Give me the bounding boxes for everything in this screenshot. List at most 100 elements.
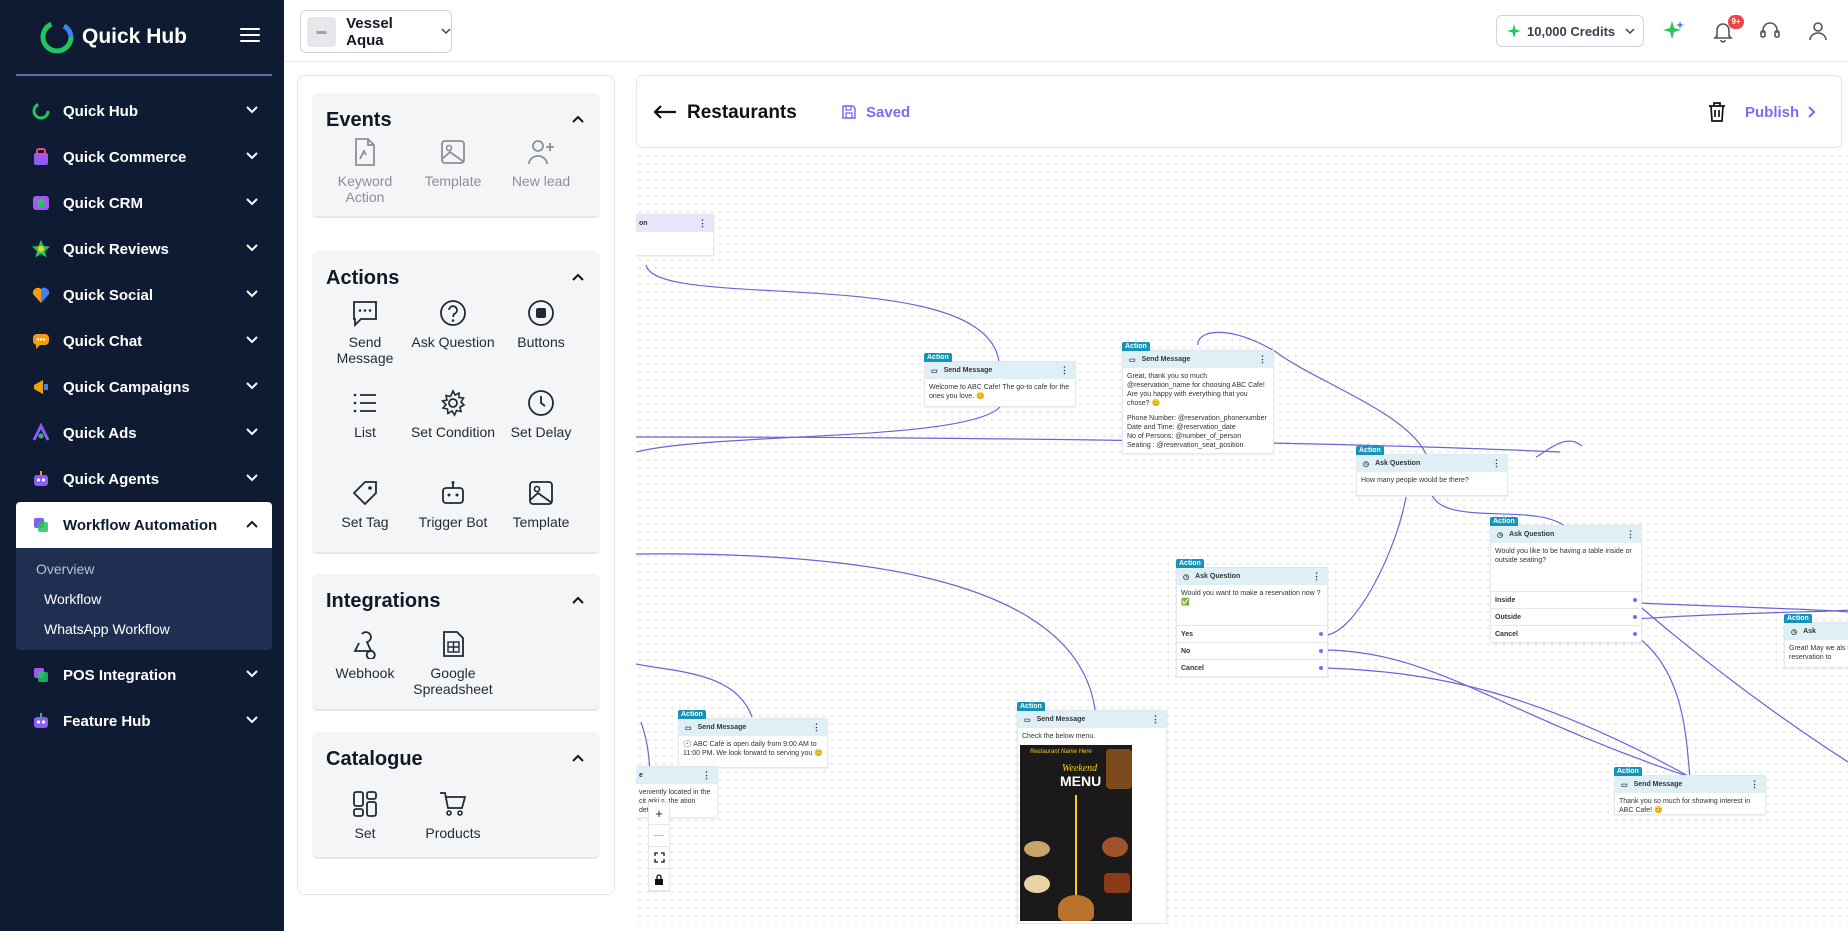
option-label: Outside [1495, 613, 1522, 621]
more-options-icon[interactable]: ⋮ [702, 770, 711, 781]
tile-set-condition[interactable]: Set Condition [408, 388, 498, 440]
option-row[interactable]: Cancel [1491, 625, 1641, 642]
more-options-icon[interactable]: ⋮ [1312, 571, 1321, 582]
stop-circle-icon [528, 300, 554, 326]
option-row[interactable]: Outside [1491, 608, 1641, 625]
sidebar-item-quick-reviews[interactable]: Quick Reviews [16, 226, 272, 272]
connector-dot[interactable] [1633, 615, 1637, 619]
node-header: ▭ Send Message ⋮ [1615, 776, 1765, 793]
workflow-node-send-message-image[interactable]: Action ▭ Send Message ⋮ Check the below me… [1017, 702, 1167, 924]
option-row[interactable]: No [1177, 642, 1327, 659]
back-arrow-icon[interactable] [653, 104, 677, 120]
workflow-node-partial[interactable]: on ⋮ [636, 214, 714, 256]
tile-set-delay[interactable]: Set Delay [496, 388, 586, 440]
tile-template-action[interactable]: Template [496, 478, 586, 530]
more-options-icon[interactable]: ⋮ [1492, 458, 1501, 469]
tile-send-message[interactable]: Send Message [320, 298, 410, 366]
zoom-in-button[interactable]: + [649, 803, 669, 825]
tile-webhook[interactable]: Webhook [320, 629, 410, 681]
connector-dot[interactable] [1319, 666, 1323, 670]
tile-keyword-action[interactable]: Keyword Action [320, 137, 410, 205]
chevron-up-icon[interactable] [572, 754, 584, 762]
business-selector[interactable]: ▬ Vessel Aqua [300, 10, 452, 53]
sidebar-item-label: Quick CRM [63, 194, 144, 212]
submenu-item-workflow[interactable]: Workflow [16, 584, 272, 614]
lock-icon[interactable] [649, 869, 669, 891]
zoom-out-button[interactable]: — [649, 825, 669, 847]
more-options-icon[interactable]: ⋮ [1258, 354, 1267, 365]
more-options-icon[interactable]: ⋮ [1626, 529, 1635, 540]
connector-dot[interactable] [1319, 649, 1323, 653]
sidebar-item-feature-hub[interactable]: Feature Hub [16, 698, 272, 744]
submenu-item-overview[interactable]: Overview [16, 554, 272, 584]
credits-dropdown[interactable]: 10,000 Credits [1496, 15, 1644, 47]
chevron-up-icon[interactable] [572, 596, 584, 604]
tile-buttons[interactable]: Buttons [496, 298, 586, 350]
workflow-node-ask-question[interactable]: Action ◷ Ask Question ⋮ Would you like to … [1490, 517, 1642, 643]
workflow-node-send-message[interactable]: Action ▭ Send Message ⋮ Welcome to ABC Caf… [924, 353, 1076, 407]
sidebar-item-quick-crm[interactable]: Quick CRM [16, 180, 272, 226]
connector-dot[interactable] [1633, 632, 1637, 636]
delete-trash-icon[interactable] [1708, 102, 1726, 122]
workflow-node-send-message[interactable]: Action ▭ Send Message ⋮ Great, thank you s… [1122, 342, 1274, 454]
tile-products[interactable]: Products [408, 789, 498, 841]
tile-template-event[interactable]: Template [408, 137, 498, 189]
more-options-icon[interactable]: ⋮ [1750, 779, 1759, 790]
fit-view-icon[interactable] [649, 847, 669, 869]
more-options-icon[interactable]: ⋮ [1060, 365, 1069, 376]
tile-list[interactable]: List [320, 388, 410, 440]
workflow-topbar: Restaurants Saved Publish [636, 75, 1842, 148]
tile-label: Ask Question [411, 334, 495, 350]
publish-button[interactable]: Publish [1745, 99, 1817, 125]
user-profile-icon[interactable] [1806, 19, 1830, 43]
sidebar-item-label: Quick Reviews [63, 240, 169, 258]
sidebar-item-quick-commerce[interactable]: Quick Commerce [16, 134, 272, 180]
sidebar-item-quick-agents[interactable]: Quick Agents [16, 456, 272, 502]
menu-food-image [1102, 837, 1128, 857]
workflow-node-ask-question[interactable]: Action ◷ Ask Question ⋮ Would you want to … [1176, 559, 1328, 677]
chevron-down-icon [441, 28, 451, 35]
tile-new-lead[interactable]: New lead [496, 137, 586, 189]
tile-google-spreadsheet[interactable]: Google Spreadsheet [408, 629, 498, 697]
tile-label: Keyword Action [337, 173, 393, 205]
support-headset-icon[interactable] [1758, 19, 1782, 43]
detail-line: Phone Number: @reservation_phonenumber [1127, 415, 1267, 422]
ai-sparkle-icon[interactable] [1662, 19, 1686, 43]
sidebar-item-quick-hub[interactable]: Quick Hub [16, 88, 272, 134]
menu-toggle-icon[interactable] [240, 28, 260, 44]
node-header: ◷ Ask [1785, 623, 1848, 640]
sidebar-item-quick-ads[interactable]: Quick Ads [16, 410, 272, 456]
more-options-icon[interactable]: ⋮ [698, 218, 707, 229]
save-disk-icon [842, 105, 856, 119]
submenu-item-whatsapp-workflow[interactable]: WhatsApp Workflow [16, 614, 272, 644]
workflow-node-ask-question-partial[interactable]: Action ◷ Ask Great! May we als the reserv… [1784, 614, 1848, 668]
option-row[interactable]: Inside [1491, 591, 1641, 608]
sidebar-item-quick-campaigns[interactable]: Quick Campaigns [16, 364, 272, 410]
tile-ask-question[interactable]: Ask Question [408, 298, 498, 350]
more-options-icon[interactable]: ⋮ [812, 722, 821, 733]
node-header: ◷ Ask Question ⋮ [1177, 568, 1327, 585]
list-icon [353, 393, 376, 413]
workflow-node-ask-question[interactable]: Action ◷ Ask Question ⋮ How many people wo… [1356, 446, 1508, 496]
tile-set[interactable]: Set [320, 789, 410, 841]
workflow-node-send-message[interactable]: Action ▭ Send Message ⋮ 🕘 ABC Café is open… [678, 710, 828, 768]
tile-set-tag[interactable]: Set Tag [320, 478, 410, 530]
sidebar-item-pos-integration[interactable]: POS Integration [16, 652, 272, 698]
connector-dot[interactable] [1633, 598, 1637, 602]
node-header: on ⋮ [636, 215, 713, 232]
sidebar-item-quick-social[interactable]: Quick Social [16, 272, 272, 318]
chevron-up-icon[interactable] [572, 273, 584, 281]
option-row[interactable]: Yes [1177, 625, 1327, 642]
option-row[interactable]: Cancel [1177, 659, 1327, 676]
tile-trigger-bot[interactable]: Trigger Bot [408, 478, 498, 530]
node-type-tag: Action [1122, 342, 1150, 351]
node-body: Thank you so much for showing interest i… [1619, 798, 1751, 814]
connector-dot[interactable] [1319, 632, 1323, 636]
sidebar-item-quick-chat[interactable]: Quick Chat [16, 318, 272, 364]
workflow-canvas[interactable]: on ⋮ Action ▭ Send Message ⋮ Welcome to ABC… [636, 152, 1848, 924]
workflow-node-send-message[interactable]: Action ▭ Send Message ⋮ Thank you so much … [1614, 767, 1766, 815]
chevron-up-icon[interactable] [572, 115, 584, 123]
more-options-icon[interactable]: ⋮ [1151, 714, 1160, 725]
sidebar-item-workflow-automation[interactable]: Workflow Automation [16, 502, 272, 548]
app-logo[interactable]: Quick Hub [38, 18, 187, 56]
